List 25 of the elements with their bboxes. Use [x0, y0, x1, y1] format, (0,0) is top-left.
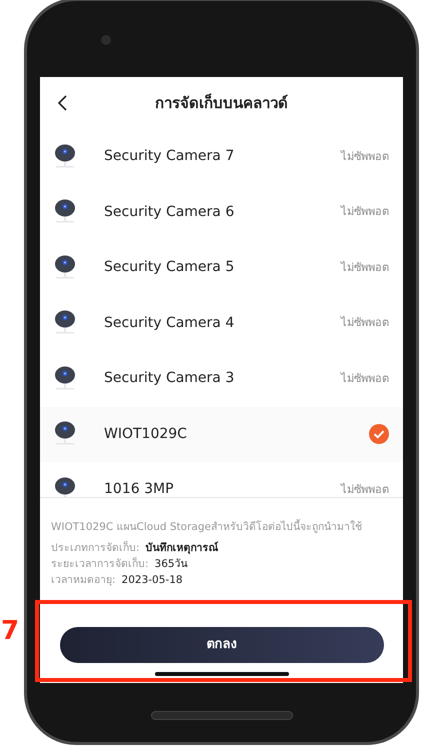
- status-label: ไม่ซัพพอต: [341, 148, 389, 164]
- back-icon: [56, 94, 68, 112]
- device-name: Security Camera 3: [104, 369, 236, 388]
- field-label: ระยะเวลาการจัดเก็บ:: [51, 556, 149, 572]
- confirm-button[interactable]: ตกลง: [60, 627, 384, 663]
- step-number: 7: [1, 618, 20, 644]
- status-label: ไม่ซัพพอต: [341, 482, 389, 497]
- status-label: ไม่ซัพพอต: [341, 204, 389, 220]
- status-label: ไม่ซัพพอต: [341, 260, 389, 276]
- field-label: ประเภทการจัดเก็บ:: [51, 540, 140, 556]
- field-label: เวลาหมดอายุ:: [51, 573, 116, 588]
- device-name: Security Camera 6: [104, 202, 236, 222]
- field-value: บันทึกเหตุการณ์: [146, 540, 219, 556]
- device-name: 1016 3MP: [104, 480, 175, 497]
- field-value: 2023-05-18: [122, 573, 183, 588]
- status-label: ไม่ซัพพอต: [341, 315, 389, 331]
- device-name: Security Camera 5: [104, 258, 236, 278]
- device-name: Security Camera 4: [104, 314, 236, 333]
- plan-description: WIOT1029C แผนCloud Storageสำหรับวิดีโอต่อไปนี้จะถูกนำมาใช้: [51, 520, 363, 535]
- device-name: Security Camera 7: [104, 147, 236, 166]
- device-name: WIOT1029C: [104, 424, 188, 444]
- device-row[interactable]: WIOT1029C: [40, 406, 403, 462]
- screen-title: การจัดเก็บบนคลาวด์: [154, 92, 289, 114]
- field-value: 365วัน: [154, 557, 188, 572]
- status-label: ไม่ซัพพอต: [341, 370, 389, 386]
